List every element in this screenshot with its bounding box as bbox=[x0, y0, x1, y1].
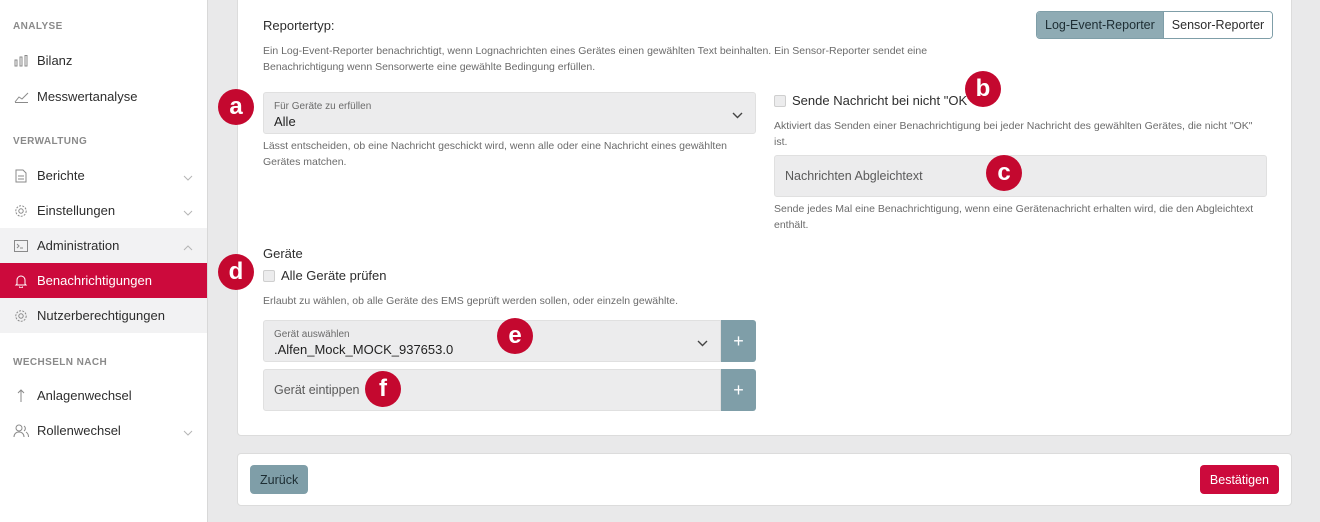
annotation-marker-a: a bbox=[218, 89, 254, 125]
confirm-button[interactable]: Bestätigen bbox=[1199, 465, 1279, 494]
sidebar-item-einstellungen[interactable]: Einstellungen bbox=[0, 193, 207, 228]
annotation-marker-e: e bbox=[497, 318, 533, 354]
sidebar-item-messwertanalyse[interactable]: Messwertanalyse bbox=[0, 79, 207, 114]
sensor-reporter-option[interactable]: Sensor-Reporter bbox=[1162, 12, 1273, 38]
section-analyse: ANALYSE bbox=[13, 21, 63, 32]
reportertyp-label: Reportertyp: bbox=[263, 18, 335, 33]
condition-select-label: Für Geräte zu erfüllen bbox=[274, 101, 372, 112]
not-ok-checkbox-label: Sende Nachricht bei nicht "OK" bbox=[792, 93, 972, 108]
sidebar-item-label: Anlagenwechsel bbox=[37, 388, 132, 403]
sidebar-item-anlagenwechsel[interactable]: Anlagenwechsel bbox=[0, 378, 207, 413]
bell-icon bbox=[13, 273, 29, 289]
chevron-down-icon bbox=[183, 169, 193, 184]
notification-form-panel: Reportertyp: Log-Event-Reporter Sensor-R… bbox=[237, 0, 1292, 436]
annotation-marker-f: f bbox=[365, 371, 401, 407]
back-button[interactable]: Zurück bbox=[250, 465, 309, 494]
chevron-down-icon bbox=[183, 424, 193, 439]
sidebar-item-administration[interactable]: Administration bbox=[0, 228, 207, 263]
sidebar-item-bilanz[interactable]: Bilanz bbox=[0, 43, 207, 78]
annotation-marker-b: b bbox=[965, 71, 1001, 107]
plus-icon: + bbox=[733, 330, 744, 351]
chevron-down-icon bbox=[732, 106, 743, 124]
section-verwaltung: VERWALTUNG bbox=[13, 136, 88, 147]
sidebar-item-label: Einstellungen bbox=[37, 203, 116, 218]
log-event-reporter-option[interactable]: Log-Event-Reporter bbox=[1037, 12, 1163, 38]
sidebar-item-rollenwechsel[interactable]: Rollenwechsel bbox=[0, 413, 207, 448]
match-text-help: Sende jedes Mal eine Benachrichtigung, w… bbox=[774, 203, 1254, 231]
gear-icon bbox=[13, 308, 29, 324]
device-select[interactable]: Gerät auswählen .Alfen_Mock_MOCK_937653.… bbox=[263, 320, 721, 362]
device-select-value: .Alfen_Mock_MOCK_937653.0 bbox=[274, 342, 454, 357]
sidebar-item-label: Messwertanalyse bbox=[37, 89, 138, 104]
all-devices-checkbox[interactable] bbox=[263, 269, 275, 282]
sidebar-item-label: Benachrichtigungen bbox=[37, 273, 152, 288]
reporter-help: Ein Log-Event-Reporter benachrichtigt, w… bbox=[263, 45, 928, 73]
not-ok-help: Aktiviert das Senden einer Benachrichtig… bbox=[774, 120, 1253, 148]
gear-icon bbox=[13, 203, 29, 219]
bar-chart-icon bbox=[13, 53, 29, 69]
document-icon bbox=[13, 168, 29, 184]
sidebar-item-nutzerberechtigungen[interactable]: Nutzerberechtigungen bbox=[0, 298, 207, 333]
annotation-marker-d: d bbox=[218, 254, 254, 290]
all-devices-help: Erlaubt zu wählen, ob alle Geräte des EM… bbox=[263, 295, 678, 307]
device-select-label: Gerät auswählen bbox=[274, 329, 350, 340]
sidebar-item-berichte[interactable]: Berichte bbox=[0, 158, 207, 193]
chevron-down-icon bbox=[697, 334, 708, 352]
section-wechseln: WECHSELN NACH bbox=[13, 357, 108, 368]
device-input-placeholder: Gerät eintippen bbox=[274, 383, 360, 397]
sidebar: ANALYSE Bilanz Messwertanalyse VERWALTUN… bbox=[0, 0, 208, 522]
sidebar-item-label: Rollenwechsel bbox=[37, 423, 121, 438]
condition-select[interactable]: Für Geräte zu erfüllen Alle bbox=[263, 92, 756, 134]
reporter-type-toggle: Log-Event-Reporter Sensor-Reporter bbox=[1036, 11, 1274, 39]
terminal-icon bbox=[13, 238, 29, 254]
all-devices-row: Alle Geräte prüfen bbox=[263, 268, 387, 283]
form-footer: Zurück Bestätigen bbox=[237, 453, 1292, 506]
users-icon bbox=[13, 423, 29, 439]
condition-help: Lässt entscheiden, ob eine Nachricht ges… bbox=[263, 140, 728, 168]
arrow-up-icon bbox=[13, 388, 29, 404]
annotation-marker-c: c bbox=[986, 155, 1022, 191]
all-devices-checkbox-label: Alle Geräte prüfen bbox=[281, 268, 387, 283]
not-ok-checkbox[interactable] bbox=[774, 94, 786, 107]
add-device-input-button[interactable]: + bbox=[721, 369, 756, 411]
not-ok-row: Sende Nachricht bei nicht "OK" bbox=[774, 93, 972, 108]
devices-label: Geräte bbox=[263, 246, 303, 261]
sidebar-item-label: Bilanz bbox=[37, 53, 73, 68]
sidebar-item-label: Nutzerberechtigungen bbox=[37, 308, 165, 323]
match-text-placeholder: Nachrichten Abgleichtext bbox=[785, 169, 923, 183]
plus-icon: + bbox=[733, 379, 744, 400]
add-device-select-button[interactable]: + bbox=[721, 320, 756, 362]
chevron-down-icon bbox=[183, 204, 193, 219]
line-chart-icon bbox=[13, 89, 29, 105]
sidebar-item-label: Administration bbox=[37, 238, 120, 253]
device-text-input[interactable]: Gerät eintippen bbox=[263, 369, 721, 411]
sidebar-item-benachrichtigungen[interactable]: Benachrichtigungen bbox=[0, 263, 207, 298]
sidebar-item-label: Berichte bbox=[37, 168, 85, 183]
condition-select-value: Alle bbox=[274, 114, 296, 129]
chevron-up-icon bbox=[183, 239, 193, 254]
